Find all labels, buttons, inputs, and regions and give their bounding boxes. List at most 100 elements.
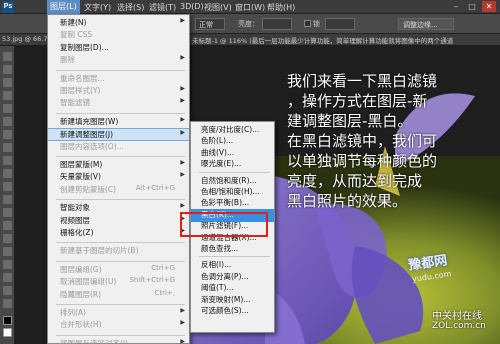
menu-item-新建[interactable]: 新建(N) ▶ [48,17,189,30]
watermark-site-cn: 中关村在线 [432,311,482,322]
menu-separator [56,242,185,244]
gradient-tool-icon[interactable] [3,195,12,204]
hand-tool-icon[interactable] [3,286,12,295]
zoom-tool-icon[interactable] [3,299,12,308]
tutorial-caption: 我们来看一下黑白滤镜 ，操作方式在图层-新 建调整图层-黑白。 在黑白滤镜中，我… [287,71,499,211]
menu-item-智能滤镜: 智能滤镜 ▶ [48,97,189,110]
maximize-icon[interactable]: □ [465,1,479,12]
menu-item-label: 新建调整图层(J) [60,130,114,140]
menu-item-图层蒙版[interactable]: 图层蒙版(M) ▶ [48,159,189,172]
menu-separator [56,334,185,336]
highlight-annotation-box [180,212,268,237]
marquee-tool-icon[interactable] [3,65,12,74]
menu-item-曝光度[interactable]: 曝光度(E)... [191,158,274,171]
submenu-arrow-icon: ▶ [180,307,185,314]
path-select-tool-icon[interactable] [3,260,12,269]
menu-type[interactable]: 文字(Y) [84,2,111,13]
menu-item-新建基于图层的切片: 新建基于图层的切片(B) [48,245,189,258]
menu-item-label: 智能对象 [60,203,90,213]
menu-item-label: 新建填充图层(W) [60,116,119,126]
menu-layer[interactable]: 图层(L) [47,0,80,14]
blend-mode-select[interactable]: 正常 [195,18,225,30]
submenu-arrow-icon: ▶ [180,337,185,344]
menu-help[interactable]: 帮助(H) [267,2,295,13]
menu-item-图层内容选项: 图层内容选项(O)... [48,141,189,154]
foreground-color-swatch[interactable] [3,316,12,325]
history-brush-tool-icon[interactable] [3,169,12,178]
menu-bar: Ps 图层(L) 文字(Y) 选择(S) 滤镜(T) 3D(D) 视图(V) 窗… [0,0,500,14]
menu-item-label: 将图层与选区对齐(I) [60,338,129,344]
watermark-site-en: ZOL.com.cn [432,321,486,331]
menu-item-label: 色阶(L)... [201,136,234,146]
menu-item-label: 合并形状(H) [60,320,102,330]
menu-item-label: 栅格化(Z) [60,228,94,237]
option-checkbox[interactable] [304,20,311,27]
caption-line: 我们来看一下黑白滤镜 [287,72,438,90]
type-tool-icon[interactable] [3,247,12,256]
eyedropper-tool-icon[interactable] [3,117,12,126]
background-color-swatch[interactable] [3,328,12,337]
menu-separator [56,260,185,262]
tab-document-1[interactable]: 53.jpg @ 66.7% [2,35,47,46]
menu-item-新建填充图层[interactable]: 新建填充图层(W) ▶ [48,116,189,129]
close-icon[interactable]: ✕ [482,1,496,12]
menu-item-label: 图层编组(G) [60,264,102,274]
menu-item-可选颜色[interactable]: 可选颜色(S)... [191,305,274,318]
refine-edge-button[interactable]: 调整边缘... [398,18,454,30]
menu-item-将图层与选区对齐: 将图层与选区对齐(I) ▶ [48,338,189,344]
menu-separator [56,304,185,305]
menu-filter[interactable]: 滤镜(T) [149,2,176,13]
caption-line: 亮度，从而达到完成 [287,172,423,190]
shape-tool-icon[interactable] [3,273,12,282]
brush-tool-icon[interactable] [3,143,12,152]
menu-item-label: 视频图层 [60,215,90,225]
menu-separator [56,69,185,71]
menu-item-label: 阈值(T)... [201,283,234,293]
submenu-arrow-icon: ▶ [180,115,185,123]
crop-tool-icon[interactable] [3,104,12,113]
clone-stamp-tool-icon[interactable] [3,156,12,165]
lasso-tool-icon[interactable] [3,78,12,87]
menu-item-label: 反相(I)... [201,260,232,270]
dodge-tool-icon[interactable] [3,221,12,230]
minimize-icon[interactable]: – [449,1,463,12]
menu-item-label: 复制图层(D)... [60,42,109,52]
menu-item-label: 色相/饱和度(H)... [201,187,260,196]
menu-item-智能对象[interactable]: 智能对象 ▶ [48,202,189,215]
pen-tool-icon[interactable] [3,234,12,243]
quick-select-tool-icon[interactable] [3,91,12,100]
menu-separator [199,256,270,258]
menu-item-新建调整图层[interactable]: 新建调整图层(J) ▶ [48,128,189,142]
menu-item-视频图层[interactable]: 视频图层 ▶ [48,215,189,228]
menu-item-颜色查找[interactable]: 颜色查找... [191,243,274,256]
menu-item-图层编组: 图层编组(G) Ctrl+G [48,264,189,277]
brightness-field[interactable] [262,18,292,30]
menu-separator [56,112,185,114]
healing-tool-icon[interactable] [3,130,12,139]
menu-window[interactable]: 窗口(W) [235,2,265,13]
submenu-arrow-icon: ▶ [180,171,185,179]
menu-3d[interactable]: 3D(D) [180,2,204,11]
menu-item-复制图层[interactable]: 复制图层(D)... [48,42,189,55]
menu-item-label: 矢量蒙版(V) [60,172,101,182]
menu-item-label: 色彩平衡(B)... [201,198,250,208]
menu-item-label: 图层蒙版(M) [60,160,103,169]
menu-view[interactable]: 视图(V) [204,2,232,13]
menu-select[interactable]: 选择(S) [117,2,144,13]
menu-item-矢量蒙版[interactable]: 矢量蒙版(V) ▶ [48,171,189,184]
submenu-arrow-icon: ▶ [180,54,185,62]
menu-item-label: 图层样式(Y) [60,86,101,95]
tools-panel [0,46,15,344]
menu-item-label: 新建(N) [60,18,87,27]
menu-item-label: 颜色查找... [201,244,239,253]
option-field[interactable] [325,18,355,30]
tab-document-2[interactable]: 未标题-1 @ 116% (最后一层功能最少计算功能，简单理解计算功能就将图像中… [192,35,498,46]
eraser-tool-icon[interactable] [3,182,12,191]
move-tool-icon[interactable] [3,52,12,61]
blur-tool-icon[interactable] [3,208,12,217]
submenu-arrow-icon: ▶ [180,159,185,166]
menu-item-栅格化[interactable]: 栅格化(Z) ▶ [48,227,189,240]
menu-item-排列: 排列(A) ▶ [48,307,189,320]
photoshop-logo-icon: Ps [2,1,14,13]
menu-item-删除: 删除 ▶ [48,54,189,67]
